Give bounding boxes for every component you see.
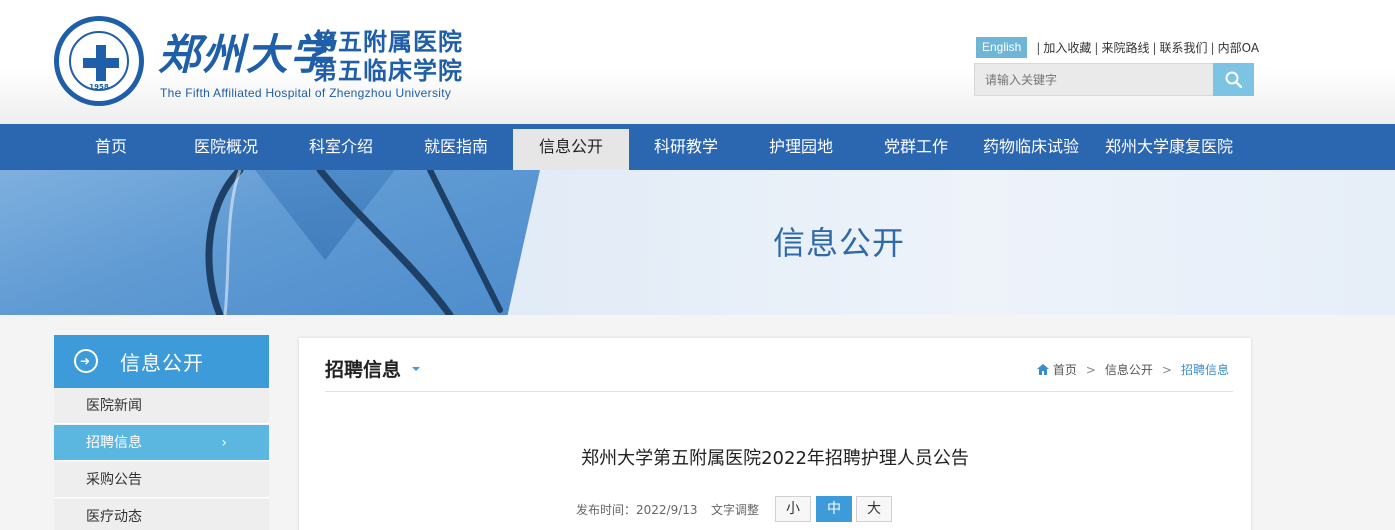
nav-item-rehab-hospital[interactable]: 郑州大学康复医院 bbox=[1098, 124, 1240, 170]
breadcrumb-separator: > bbox=[1085, 362, 1096, 377]
nav-item-home[interactable]: 首页 bbox=[72, 124, 150, 170]
sidebar-item-news[interactable]: 医院新闻 bbox=[54, 388, 269, 424]
site-header: 1958 郑州大学 第五附属医院 第五临床学院 The Fifth Affili… bbox=[0, 0, 1395, 124]
logo-inner-ring: 1958 bbox=[69, 31, 129, 91]
hospital-english-name: The Fifth Affiliated Hospital of Zhengzh… bbox=[160, 86, 452, 100]
search-icon bbox=[1225, 71, 1242, 88]
sidebar-header: ➜ 信息公开 bbox=[54, 335, 269, 388]
nav-item-departments[interactable]: 科室介绍 bbox=[295, 124, 387, 170]
divider: | bbox=[1036, 40, 1041, 55]
arrow-circle-icon: ➜ bbox=[74, 349, 98, 373]
logo-cross-horizontal bbox=[83, 58, 119, 68]
contact-link[interactable]: 联系我们 bbox=[1160, 39, 1208, 56]
article-title: 郑州大学第五附属医院2022年招聘护理人员公告 bbox=[581, 448, 969, 469]
section-title: 招聘信息 bbox=[325, 359, 402, 381]
sidebar-item-label: 采购公告 bbox=[86, 472, 142, 488]
logo-year: 1958 bbox=[89, 83, 109, 91]
sidebar-item-procurement[interactable]: 采购公告 bbox=[54, 462, 269, 498]
nav-item-party[interactable]: 党群工作 bbox=[870, 124, 962, 170]
search-box bbox=[974, 63, 1214, 96]
chevron-right-icon: › bbox=[221, 435, 227, 451]
main-nav: 首页 医院概况 科室介绍 就医指南 信息公开 科研教学 护理园地 党群工作 药物… bbox=[0, 124, 1395, 170]
font-small-button[interactable]: 小 bbox=[775, 496, 811, 522]
divider: | bbox=[1210, 40, 1215, 55]
sidebar-item-medical-news[interactable]: 医疗动态 bbox=[54, 499, 269, 530]
nav-item-clinical-trials[interactable]: 药物临床试验 bbox=[978, 124, 1084, 170]
add-favorite-link[interactable]: 加入收藏 bbox=[1043, 39, 1091, 56]
font-medium-button[interactable]: 中 bbox=[816, 496, 852, 522]
banner-title: 信息公开 bbox=[773, 224, 906, 262]
sidebar-item-recruitment[interactable]: 招聘信息 › bbox=[54, 425, 269, 461]
content-panel: 招聘信息 首页 > 信息公开 > 招聘信息 郑州大学第五附属医院2022年招聘护… bbox=[299, 338, 1251, 530]
sidebar-title: 信息公开 bbox=[120, 351, 204, 375]
sidebar-item-label: 医院新闻 bbox=[86, 398, 142, 414]
nav-item-nursing[interactable]: 护理园地 bbox=[755, 124, 847, 170]
nav-item-info[interactable]: 信息公开 bbox=[513, 129, 629, 170]
hospital-name-line1: 第五附属医院 bbox=[313, 28, 463, 56]
search-input[interactable] bbox=[975, 64, 1213, 95]
nav-item-overview[interactable]: 医院概况 bbox=[180, 124, 272, 170]
hospital-logo[interactable]: 1958 bbox=[54, 16, 144, 106]
breadcrumb-parent[interactable]: 信息公开 bbox=[1105, 361, 1153, 378]
divider: | bbox=[1094, 40, 1099, 55]
caret-down-icon[interactable] bbox=[412, 367, 420, 371]
university-name: 郑州大学 bbox=[158, 30, 335, 79]
divider: | bbox=[1152, 40, 1157, 55]
publish-date: 发布时间：2022/9/13 bbox=[576, 503, 698, 517]
home-icon bbox=[1036, 364, 1049, 375]
hospital-name-line2: 第五临床学院 bbox=[313, 57, 463, 85]
sidebar-item-label: 医疗动态 bbox=[86, 509, 142, 525]
breadcrumb-current[interactable]: 招聘信息 bbox=[1181, 361, 1229, 378]
stethoscope-icon bbox=[205, 170, 503, 315]
top-links: English | 加入收藏 | 来院路线 | 联系我们 | 内部OA bbox=[976, 37, 1259, 58]
oa-link[interactable]: 内部OA bbox=[1218, 39, 1259, 56]
search-button[interactable] bbox=[1213, 63, 1254, 96]
font-adjust-label: 文字调整 bbox=[711, 503, 760, 517]
divider bbox=[325, 391, 1233, 392]
route-link[interactable]: 来院路线 bbox=[1101, 39, 1149, 56]
nav-item-research[interactable]: 科研教学 bbox=[640, 124, 732, 170]
english-link[interactable]: English bbox=[976, 37, 1028, 58]
breadcrumb: 首页 > 信息公开 > 招聘信息 bbox=[1036, 361, 1229, 378]
font-large-button[interactable]: 大 bbox=[856, 496, 892, 522]
breadcrumb-separator: > bbox=[1161, 362, 1172, 377]
breadcrumb-home[interactable]: 首页 bbox=[1053, 361, 1077, 378]
sidebar-item-label: 招聘信息 bbox=[86, 435, 142, 451]
page-banner: 信息公开 bbox=[0, 170, 1395, 315]
nav-item-guide[interactable]: 就医指南 bbox=[410, 124, 502, 170]
